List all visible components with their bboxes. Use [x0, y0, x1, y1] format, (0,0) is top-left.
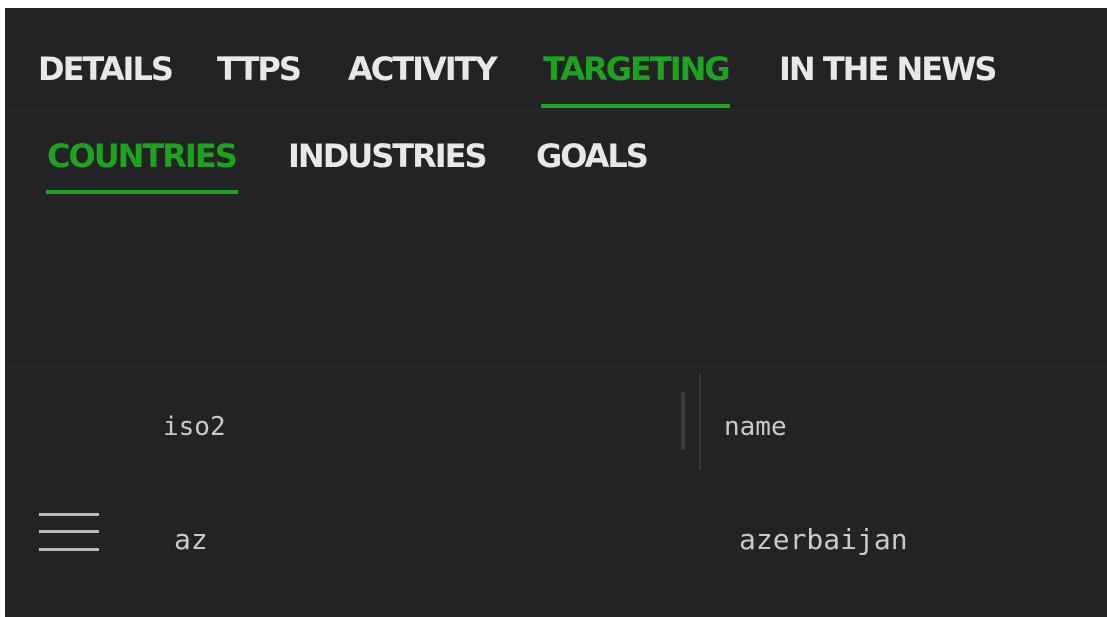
column-divider [699, 374, 701, 470]
tab-activity[interactable]: ACTIVITY [348, 49, 498, 89]
subtab-goals[interactable]: GOALS [536, 136, 649, 176]
table-cell-iso2: az [174, 523, 208, 556]
column-header-iso2[interactable]: iso2 [163, 409, 226, 445]
targeting-panel: DETAILS TTPS ACTIVITY TARGETING IN THE N… [5, 8, 1107, 617]
main-tab-bar: DETAILS TTPS ACTIVITY TARGETING IN THE N… [5, 8, 1107, 111]
column-header-name[interactable]: name [724, 409, 787, 445]
column-resize-handle[interactable] [681, 392, 685, 450]
subtab-industries[interactable]: INDUSTRIES [288, 136, 488, 176]
subtab-countries[interactable]: COUNTRIES [47, 136, 238, 176]
table-cell-name: azerbaijan [739, 523, 908, 556]
tab-targeting[interactable]: TARGETING [543, 49, 731, 89]
tab-in-the-news[interactable]: IN THE NEWS [779, 49, 997, 89]
table-top-divider [5, 366, 1107, 367]
tab-details[interactable]: DETAILS [38, 49, 174, 89]
tab-targeting-indicator [541, 104, 730, 108]
subtab-countries-indicator [46, 190, 238, 194]
tab-ttps[interactable]: TTPS [217, 49, 302, 89]
drag-handle-icon[interactable] [39, 510, 99, 570]
